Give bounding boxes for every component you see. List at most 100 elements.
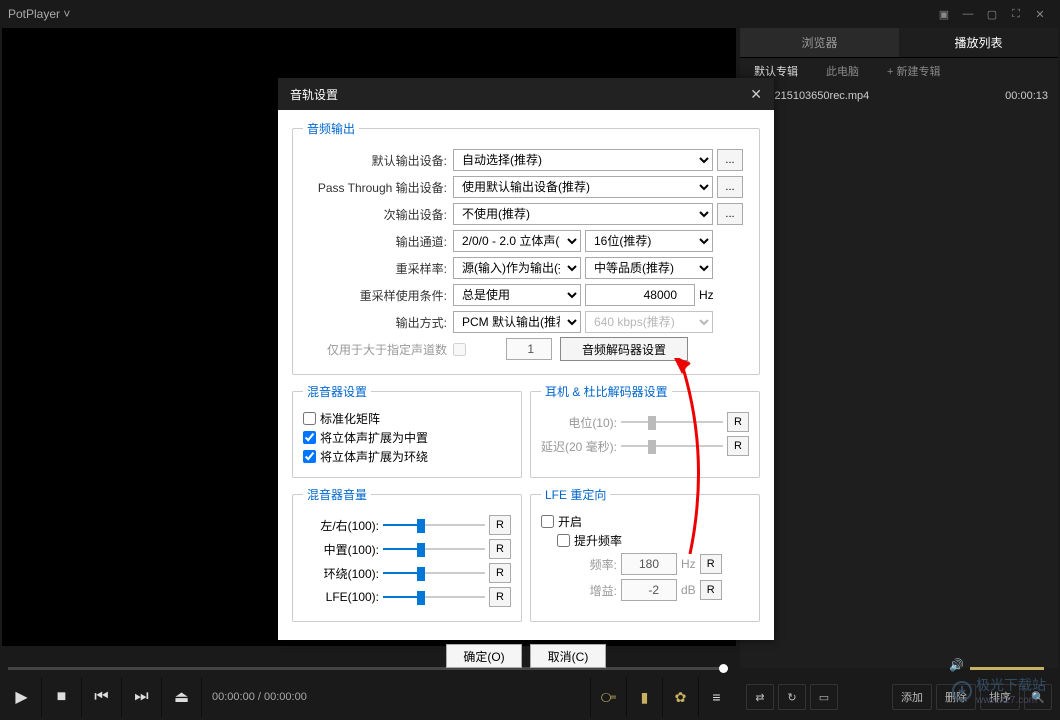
- label-only-above: 仅用于大于指定声道数: [303, 341, 453, 358]
- checkbox-normalize[interactable]: 标准化矩阵: [303, 410, 511, 427]
- select-secondary[interactable]: 不使用(推荐): [453, 203, 713, 225]
- slider-level[interactable]: [621, 414, 723, 430]
- next-button[interactable]: ⏭: [122, 677, 162, 717]
- browse-default-device[interactable]: ...: [717, 149, 743, 171]
- pl-repeat-icon[interactable]: ↻: [778, 684, 806, 710]
- control-bar: ▶ ■ ⏮ ⏭ ⏏ 00:00:00 / 00:00:00 ⧃ ▮ ✿ ≡: [2, 676, 734, 718]
- dialog-titlebar: 音轨设置 ✕: [278, 78, 774, 110]
- close-icon[interactable]: ✕: [1028, 4, 1052, 24]
- playlist-item-duration: 00:00:13: [1005, 90, 1048, 102]
- label-lr: 左/右(100):: [303, 517, 383, 534]
- checkbox-center[interactable]: 将立体声扩展为中置: [303, 429, 511, 446]
- pl-mode-icon[interactable]: ⇄: [746, 684, 774, 710]
- maximize-icon[interactable]: ▢: [980, 4, 1004, 24]
- dialog-close-icon[interactable]: ✕: [750, 86, 762, 103]
- app-name[interactable]: PotPlayer ˅: [8, 7, 70, 21]
- browse-passthrough[interactable]: ...: [717, 176, 743, 198]
- legend-mixer: 混音器设置: [303, 383, 371, 400]
- select-bits[interactable]: 16位(推荐): [585, 230, 713, 252]
- slider-lr[interactable]: [383, 517, 485, 533]
- titlebar: PotPlayer ˅ ▣ — ▢ ⛶ ✕: [0, 0, 1060, 28]
- watermark-icon: [952, 681, 972, 701]
- checkbox-surround[interactable]: 将立体声扩展为环绕: [303, 448, 511, 465]
- reset-lfe[interactable]: R: [489, 587, 511, 607]
- watermark-url: www.xz7.com: [976, 695, 1046, 706]
- label-surround: 环绕(100):: [303, 565, 383, 582]
- subtab-thispc[interactable]: 此电脑: [812, 58, 873, 84]
- reset-freq[interactable]: R: [700, 554, 722, 574]
- volume-slider[interactable]: [970, 667, 1044, 670]
- select-default-device[interactable]: 自动选择(推荐): [453, 149, 713, 171]
- select-resample-cond[interactable]: 总是使用: [453, 284, 581, 306]
- input-gain[interactable]: [621, 579, 677, 601]
- checkbox-lfe-enable[interactable]: 开启: [541, 513, 749, 530]
- stop-button[interactable]: ■: [42, 677, 82, 717]
- browse-secondary[interactable]: ...: [717, 203, 743, 225]
- legend-lfe-redirect: LFE 重定向: [541, 486, 610, 503]
- fullscreen-icon[interactable]: ⛶: [1004, 4, 1028, 24]
- reset-gain[interactable]: R: [700, 580, 722, 600]
- label-output-mode: 输出方式:: [303, 314, 453, 331]
- label-level: 电位(10):: [541, 414, 621, 431]
- fieldset-volume: 混音器音量 左/右(100):R 中置(100):R 环绕(100):R LFE…: [292, 486, 522, 622]
- select-resample-src[interactable]: 源(输入)作为输出(推荐): [453, 257, 581, 279]
- pin-icon[interactable]: ▣: [932, 4, 956, 24]
- timecode: 00:00:00 / 00:00:00: [202, 691, 317, 703]
- label-resample: 重采样率:: [303, 260, 453, 277]
- input-channel-num[interactable]: [506, 338, 552, 360]
- input-freq[interactable]: [621, 553, 677, 575]
- reset-delay[interactable]: R: [727, 436, 749, 456]
- unit-hz: Hz: [699, 288, 714, 302]
- input-hz[interactable]: [585, 284, 695, 306]
- checkbox-boost[interactable]: 提升频率: [557, 532, 749, 549]
- unit-freq: Hz: [681, 557, 696, 571]
- dialog-footer: 确定(O) 取消(C): [278, 636, 774, 676]
- tab-playlist[interactable]: 播放列表: [899, 28, 1058, 57]
- eject-button[interactable]: ⏏: [162, 677, 202, 717]
- slider-delay[interactable]: [621, 438, 723, 454]
- menu-icon[interactable]: ≡: [698, 677, 734, 717]
- fieldset-mixer: 混音器设置 标准化矩阵 将立体声扩展为中置 将立体声扩展为环绕: [292, 383, 522, 478]
- search-icon[interactable]: ⧃: [590, 677, 626, 717]
- audio-decoder-settings-button[interactable]: 音频解码器设置: [560, 337, 688, 361]
- label-passthrough: Pass Through 输出设备:: [303, 179, 453, 196]
- reset-center[interactable]: R: [489, 539, 511, 559]
- prev-button[interactable]: ⏮: [82, 677, 122, 717]
- reset-surround[interactable]: R: [489, 563, 511, 583]
- select-output-mode[interactable]: PCM 默认输出(推荐): [453, 311, 581, 333]
- bookmark-icon[interactable]: ▮: [626, 677, 662, 717]
- reset-lr[interactable]: R: [489, 515, 511, 535]
- pl-folder-icon[interactable]: ▭: [810, 684, 838, 710]
- watermark: 极光下载站 www.xz7.com: [952, 675, 1046, 706]
- fieldset-dolby: 耳机 & 杜比解码器设置 电位(10): R 延迟(20 毫秒): R: [530, 383, 760, 478]
- slider-surround[interactable]: [383, 565, 485, 581]
- cancel-button[interactable]: 取消(C): [530, 644, 606, 668]
- label-gain: 增益:: [541, 582, 621, 599]
- fieldset-audio-output: 音频输出 默认输出设备: 自动选择(推荐) ... Pass Through 输…: [292, 120, 760, 375]
- label-lfe: LFE(100):: [303, 590, 383, 604]
- minimize-icon[interactable]: —: [956, 4, 980, 24]
- fieldset-lfe-redirect: LFE 重定向 开启 提升频率 频率: Hz R 增益: dB R: [530, 486, 760, 622]
- label-default-device: 默认输出设备:: [303, 152, 453, 169]
- select-channels[interactable]: 2/0/0 - 2.0 立体声(推荐): [453, 230, 581, 252]
- ok-button[interactable]: 确定(O): [446, 644, 522, 668]
- settings-icon[interactable]: ✿: [662, 677, 698, 717]
- pl-add-button[interactable]: 添加: [892, 684, 932, 710]
- play-button[interactable]: ▶: [2, 677, 42, 717]
- slider-lfe[interactable]: [383, 589, 485, 605]
- volume-icon[interactable]: 🔊: [949, 658, 964, 672]
- tab-browser[interactable]: 浏览器: [740, 28, 899, 57]
- slider-center[interactable]: [383, 541, 485, 557]
- audio-track-settings-dialog: 音轨设置 ✕ 音频输出 默认输出设备: 自动选择(推荐) ... Pass Th…: [278, 78, 774, 640]
- subtab-new[interactable]: + 新建专辑: [873, 58, 954, 84]
- legend-volume: 混音器音量: [303, 486, 371, 503]
- reset-level[interactable]: R: [727, 412, 749, 432]
- label-freq: 频率:: [541, 556, 621, 573]
- sidebar: 浏览器 播放列表 默认专辑 此电脑 + 新建专辑 2023215103650re…: [740, 28, 1058, 668]
- select-resample-quality[interactable]: 中等品质(推荐): [585, 257, 713, 279]
- select-bitrate[interactable]: 640 kbps(推荐): [585, 311, 713, 333]
- playlist-item[interactable]: 2023215103650rec.mp4 00:00:13: [740, 84, 1058, 108]
- select-passthrough[interactable]: 使用默认输出设备(推荐): [453, 176, 713, 198]
- checkbox-only-above[interactable]: [453, 343, 466, 356]
- watermark-text: 极光下载站: [976, 675, 1046, 695]
